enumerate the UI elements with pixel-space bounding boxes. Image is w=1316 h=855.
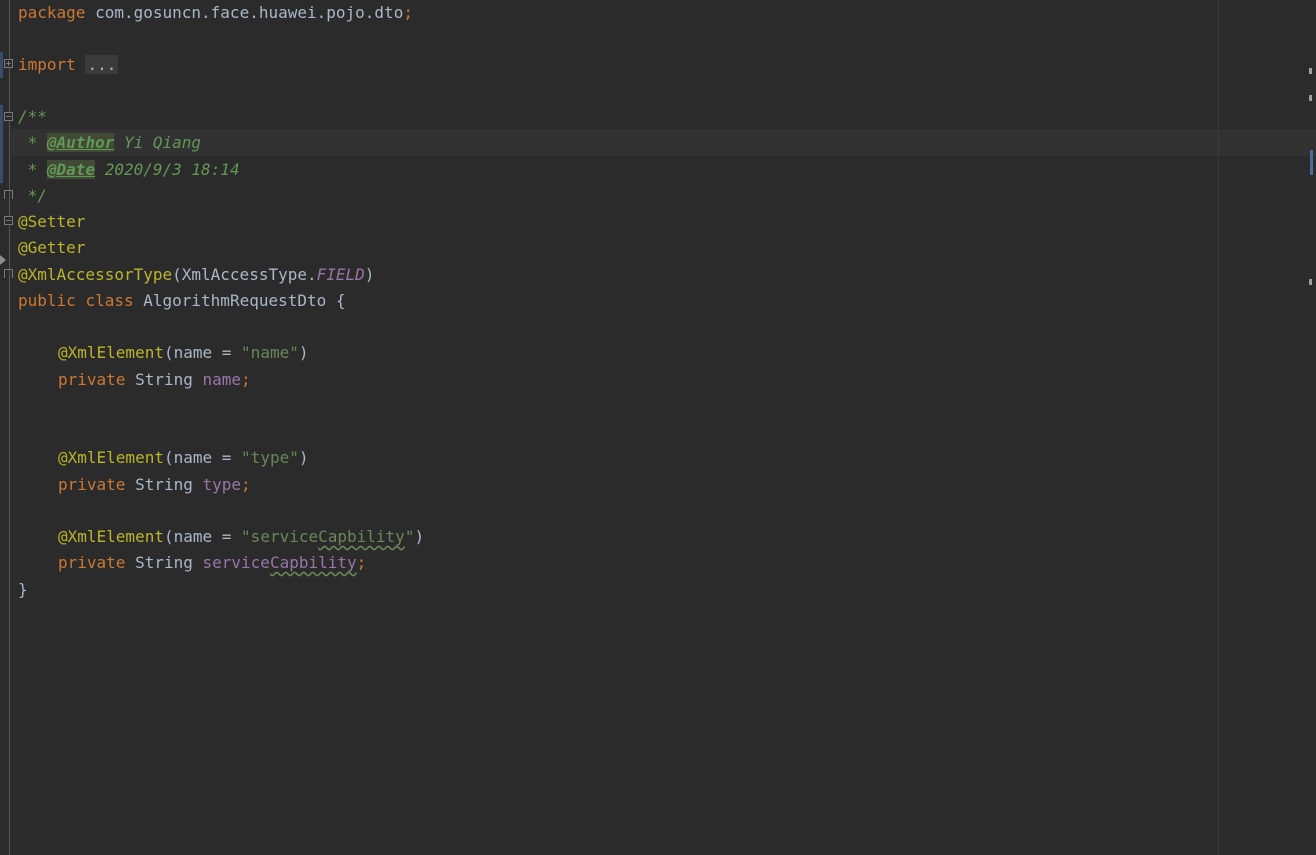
string-literal-end: " — [404, 527, 415, 546]
paren-open: ( — [163, 527, 174, 546]
paren-close: ) — [298, 343, 309, 362]
class-name: AlgorithmRequestDto { — [133, 291, 346, 310]
type-string: String — [125, 553, 203, 572]
scrollbar-marker[interactable] — [1309, 279, 1312, 285]
expand-fold-icon[interactable]: + — [4, 59, 13, 68]
scrollbar-marker[interactable] — [1309, 95, 1312, 101]
annotation-args-close: ) — [364, 265, 375, 284]
field-name: service — [202, 553, 270, 572]
doc-date-value: 2020/9/3 18:14 — [95, 160, 240, 179]
annotation-param: name — [173, 527, 213, 546]
annotation-setter: @Setter — [18, 212, 86, 231]
semicolon: ; — [241, 370, 251, 389]
field-name: name — [202, 370, 242, 389]
field-name: type — [202, 475, 242, 494]
keyword-private: private — [58, 553, 126, 572]
code-line-field3-decl[interactable]: private String serviceCapbility; — [58, 550, 366, 576]
annotation-xmlelement: @XmlElement — [58, 448, 164, 467]
keyword-import: import — [18, 55, 76, 74]
code-line-field2-annotation[interactable]: @XmlElement(name = "type") — [58, 445, 308, 471]
doc-author-value: Yi Qiang — [114, 133, 202, 152]
annotation-xmlelement: @XmlElement — [58, 343, 164, 362]
scrollbar-marker[interactable] — [1309, 68, 1312, 74]
typo-highlight: Capbility — [269, 553, 357, 572]
annotation-getter: @Getter — [18, 238, 86, 257]
annotation-param: name — [173, 448, 213, 467]
code-editor[interactable]: + − − package com.gosuncn.face.huawei.po… — [0, 0, 1316, 855]
equals: = — [212, 448, 242, 467]
type-string: String — [125, 475, 203, 494]
keyword-private: private — [58, 475, 126, 494]
code-line-getter[interactable]: @Getter — [18, 235, 85, 261]
annotation-args-open: (XmlAccessType. — [172, 265, 317, 284]
closing-brace: } — [18, 580, 28, 599]
code-line-close-brace[interactable]: } — [18, 577, 28, 603]
code-line-xmlaccessortype[interactable]: @XmlAccessorType(XmlAccessType.FIELD) — [18, 262, 374, 288]
string-literal: "type" — [241, 448, 299, 467]
paren-open: ( — [163, 448, 174, 467]
keyword-class: class — [85, 291, 134, 310]
keyword-private: private — [58, 370, 126, 389]
code-line-import[interactable]: import ... — [18, 52, 119, 78]
annotation-xmlelement: @XmlElement — [58, 527, 164, 546]
code-line-doc-date[interactable]: * @Date 2020/9/3 18:14 — [18, 157, 240, 183]
semicolon: ; — [356, 553, 367, 572]
code-line-field1-annotation[interactable]: @XmlElement(name = "name") — [58, 340, 308, 366]
run-arrow-icon[interactable] — [0, 255, 6, 265]
current-line-highlight — [11, 129, 1316, 156]
string-literal: "service — [241, 527, 319, 546]
code-line-class-decl[interactable]: public class AlgorithmRequestDto { — [18, 288, 346, 314]
keyword-public: public — [18, 291, 76, 310]
paren-open: ( — [163, 343, 174, 362]
code-line-field3-annotation[interactable]: @XmlElement(name = "serviceCapbility") — [58, 524, 424, 550]
code-line-package[interactable]: package com.gosuncn.face.huawei.pojo.dto… — [18, 0, 413, 26]
scrollbar-caret-marker[interactable] — [1310, 150, 1313, 175]
folded-imports[interactable]: ... — [85, 55, 119, 74]
type-string: String — [125, 370, 203, 389]
package-name: com.gosuncn.face.huawei.pojo.dto — [85, 3, 404, 22]
equals: = — [212, 343, 242, 362]
collapse-fold-icon[interactable]: − — [4, 216, 13, 225]
doc-star: * — [18, 160, 47, 179]
paren-close: ) — [298, 448, 309, 467]
semicolon: ; — [403, 3, 413, 22]
keyword-package: package — [18, 3, 86, 22]
code-line-field1-decl[interactable]: private String name; — [58, 367, 251, 393]
annotation-xmlaccessortype: @XmlAccessorType — [18, 265, 173, 284]
change-marker[interactable] — [0, 52, 3, 78]
fold-end-icon[interactable] — [4, 269, 13, 278]
right-margin-guide — [1218, 0, 1219, 855]
doc-tag-author: @Author — [46, 133, 115, 152]
doc-comment-open: /** — [18, 107, 47, 126]
doc-comment-close: */ — [18, 186, 47, 205]
paren-close: ) — [414, 527, 425, 546]
code-line-doc-open[interactable]: /** — [18, 104, 47, 130]
fold-end-icon[interactable] — [4, 190, 13, 199]
code-line-doc-close[interactable]: */ — [18, 183, 47, 209]
enum-constant-field: FIELD — [316, 265, 365, 284]
code-line-setter[interactable]: @Setter — [18, 209, 85, 235]
annotation-param: name — [173, 343, 213, 362]
change-marker[interactable] — [0, 105, 3, 183]
doc-tag-date: @Date — [46, 160, 96, 179]
equals: = — [212, 527, 242, 546]
semicolon: ; — [241, 475, 251, 494]
typo-highlight: Capbility — [318, 527, 405, 546]
doc-star: * — [18, 133, 47, 152]
code-line-field2-decl[interactable]: private String type; — [58, 472, 251, 498]
string-literal: "name" — [241, 343, 299, 362]
code-line-doc-author[interactable]: * @Author Yi Qiang — [18, 130, 201, 156]
collapse-fold-icon[interactable]: − — [4, 112, 13, 121]
